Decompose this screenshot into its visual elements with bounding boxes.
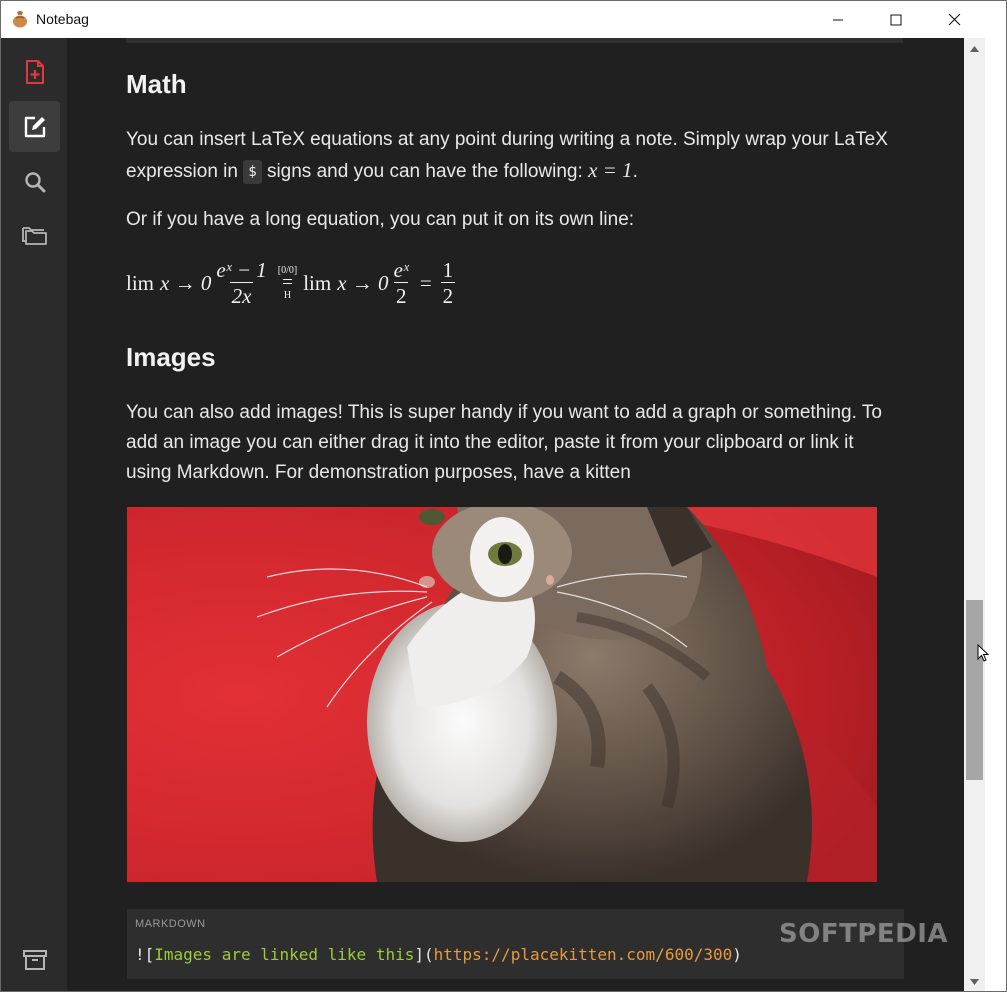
code-alt-text: Images are linked like this: [154, 945, 415, 964]
eq-fraction-3: 1 2: [440, 257, 456, 309]
eq-frac3-denominator: 2: [440, 281, 456, 308]
code-prefix: ![: [135, 945, 155, 964]
title-bar: Notebag: [1, 1, 1006, 38]
softpedia-watermark: SOFTPEDIA: [779, 919, 949, 949]
eq-limit-expr-2: x → 0: [337, 270, 389, 295]
scroll-up-button[interactable]: [964, 40, 985, 57]
close-button[interactable]: [925, 1, 983, 38]
maximize-button[interactable]: [867, 1, 925, 38]
scroll-up-arrow-icon: [970, 45, 979, 52]
eq-lim-1: lim: [126, 270, 155, 295]
inline-code-dollar: $: [243, 159, 262, 184]
eq-limit-expr-1: x → 0: [160, 270, 212, 295]
code-url: https://placekitten.com/600/300: [433, 945, 733, 964]
notebag-logo-icon: [13, 11, 27, 28]
mouse-cursor-icon: [977, 644, 990, 662]
math-paragraph: You can insert LaTeX equations at any po…: [126, 125, 906, 187]
code-middle: ](: [414, 945, 434, 964]
search-icon: [24, 171, 45, 192]
file-plus-icon: [25, 59, 44, 84]
new-note-button[interactable]: [9, 46, 60, 97]
archive-button[interactable]: [9, 934, 60, 985]
search-button[interactable]: [9, 156, 60, 207]
eq-frac1-denominator: 2x: [229, 281, 254, 308]
eq-fraction-2: eˣ 2: [392, 258, 411, 309]
minimize-icon: [833, 19, 843, 20]
math-paragraph-text-2: signs and you can have the following:: [266, 161, 583, 182]
code-suffix: ): [732, 945, 742, 964]
math-paragraph-end: .: [632, 161, 638, 182]
heading-math: Math: [126, 69, 187, 99]
inline-math: x = 1: [588, 158, 633, 182]
vertical-scrollbar[interactable]: [964, 38, 985, 991]
eq-lhop-bottom: H: [283, 290, 292, 301]
window-edge: [977, 38, 1006, 991]
images-paragraph: You can also add images! This is super h…: [126, 402, 882, 483]
scroll-down-arrow-icon: [970, 978, 979, 985]
heading-images: Images: [126, 342, 216, 372]
block-equation: lim x → 0 eˣ − 1 2x [0/0] = H lim x → 0 …: [126, 253, 458, 313]
kitten-photo: [127, 507, 877, 882]
notebooks-button[interactable]: [9, 209, 60, 260]
eq-equals: =: [419, 270, 432, 295]
divider: [126, 38, 903, 43]
eq-lim-2: lim: [303, 270, 332, 295]
maximize-icon: [890, 14, 902, 25]
eq-lhopital-sign: [0/0] = H: [278, 265, 297, 301]
note-viewer: Math You can insert LaTeX equations at a…: [67, 38, 964, 991]
window-title: Notebag: [36, 11, 89, 27]
archive-icon: [22, 949, 47, 970]
kitten-image: [127, 507, 877, 882]
sidebar: [1, 38, 67, 991]
edit-note-button[interactable]: [9, 101, 60, 152]
edit-icon: [24, 116, 45, 137]
scrollbar-thumb[interactable]: [966, 600, 983, 780]
eq-frac3-numerator: 1: [442, 257, 454, 282]
close-icon: [948, 13, 960, 26]
eq-lhop-equals: =: [282, 272, 293, 293]
math-paragraph-2: Or if you have a long equation, you can …: [126, 209, 635, 230]
eq-frac2-numerator: eˣ: [393, 257, 409, 282]
minimize-button[interactable]: [809, 1, 867, 38]
app-window: Notebag Math You can insert LaTeX equati…: [0, 0, 1007, 992]
scroll-down-button[interactable]: [964, 973, 985, 990]
code-language-label: MARKDOWN: [135, 918, 206, 930]
eq-frac2-denominator: 2: [393, 281, 409, 308]
eq-frac1-numerator: eˣ − 1: [216, 257, 267, 282]
eq-fraction-1: eˣ − 1 2x: [214, 258, 268, 309]
folders-icon: [21, 226, 47, 245]
code-line: ![Images are linked like this](https://p…: [135, 945, 742, 964]
